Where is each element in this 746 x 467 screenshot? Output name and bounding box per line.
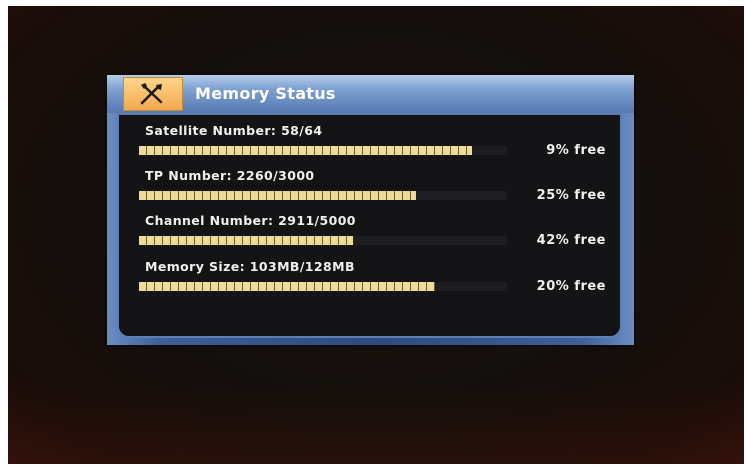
title-bar: Memory Status: [107, 75, 634, 113]
memory-usage-fill: [139, 282, 436, 291]
memory-size-label: Memory Size: 103MB/128MB: [145, 259, 355, 274]
memory-free-text: 20% free: [536, 279, 606, 294]
tp-usage-fill: [139, 191, 417, 200]
tp-number-label: TP Number: 2260/3000: [145, 168, 315, 183]
tp-usage-bar: [139, 191, 507, 200]
channel-usage-bar: [139, 236, 507, 245]
channel-free-text: 42% free: [536, 233, 606, 248]
tv-screen: Memory Status Satellite Number: 58/64 9%…: [8, 6, 744, 464]
satellite-usage-fill: [139, 146, 473, 155]
satellite-number-label: Satellite Number: 58/64: [145, 123, 323, 138]
memory-status-window: Memory Status Satellite Number: 58/64 9%…: [107, 75, 634, 345]
channel-number-label: Channel Number: 2911/5000: [145, 213, 356, 228]
satellite-usage-bar: [139, 146, 507, 155]
satellite-free-text: 9% free: [546, 143, 606, 158]
tp-free-text: 25% free: [536, 188, 606, 203]
tools-icon: [140, 83, 163, 105]
title-icon-box: [123, 77, 183, 111]
channel-usage-fill: [139, 236, 354, 245]
memory-usage-bar: [139, 282, 507, 291]
window-title: Memory Status: [195, 84, 336, 103]
memory-panel: Satellite Number: 58/64 9% free TP Numbe…: [117, 113, 622, 338]
